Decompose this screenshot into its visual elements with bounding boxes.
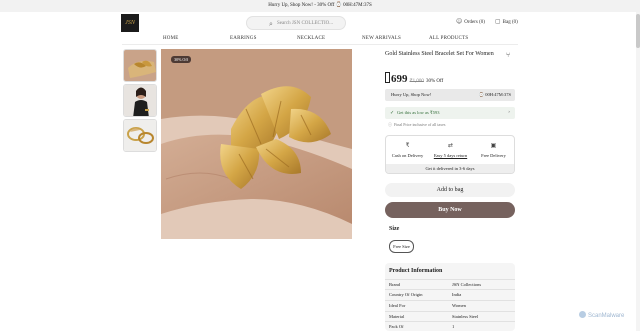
info-key: Pack Of [389, 324, 404, 329]
info-value: Women [452, 303, 466, 308]
discount-label: 30% Off [425, 79, 444, 84]
announcement-bar: Hurry Up, Shop Now! - 30% Off ⌚ 00H:47M:… [0, 0, 640, 12]
add-to-bag-button[interactable]: Add to bag [385, 183, 515, 197]
watermark-text: ScanMalware [588, 313, 625, 319]
hurry-banner: Hurry Up, Shop Now! ⌚ 00H:47M:37S [385, 89, 515, 101]
bag-label: Bag (0) [502, 20, 518, 25]
info-key: Ideal For [389, 303, 406, 308]
nav-necklace[interactable]: NECKLACE [297, 36, 325, 41]
bag-icon: ▢ [495, 18, 501, 25]
nav-earrings[interactable]: EARRINGS [230, 36, 257, 41]
buy-now-button[interactable]: Buy Now [385, 202, 515, 218]
return-feature: ⇄ Easy 5 days return [429, 142, 472, 160]
delivery-eta: Get it delivered in 3-6 days [386, 164, 514, 173]
brand-logo[interactable]: JSN [121, 14, 139, 32]
cod-feature: ₹ Cash on Delivery [386, 142, 429, 160]
nav-divider [122, 44, 518, 45]
price: 699 [391, 73, 408, 85]
thumbnail-3[interactable] [123, 119, 157, 152]
price-row: 699 ₹1,000 30% Off [385, 69, 444, 85]
info-value: 1 [452, 324, 455, 329]
hurry-text: Hurry Up, Shop Now! [391, 92, 432, 97]
main-nav: HOME EARRINGS NECKLACE NEW ARRIVALS ALL … [0, 34, 640, 44]
info-row: Material Stainless Steel [385, 311, 515, 321]
scrollbar-track[interactable] [636, 12, 640, 331]
share-icon[interactable]: ⑂ [506, 51, 510, 59]
info-row: Pack Of 1 [385, 321, 515, 331]
countdown-timer: ⌚ 00H:47M:37S [478, 92, 511, 97]
rupee-icon: ₹ [405, 142, 410, 149]
tax-note: ⓘ Final Price inclusive of all taxes [388, 122, 445, 128]
chevron-right-icon: › [508, 110, 510, 115]
product-title: Gold Stainless Steel Bracelet Set For Wo… [385, 51, 494, 57]
truck-icon: ▣ [490, 142, 497, 149]
free-delivery-label: Free Delivery [481, 153, 506, 158]
watermark: ScanMalware [579, 311, 624, 319]
bag-link[interactable]: ▢ Bag (0) [495, 18, 518, 27]
tax-note-text: Final Price inclusive of all taxes [394, 122, 446, 127]
search-icon: ⌕ [269, 20, 273, 28]
nav-all-products[interactable]: ALL PRODUCTS [429, 36, 468, 41]
offer-banner[interactable]: ✓ Get this as low as ₹593 › [385, 107, 515, 119]
offer-text: Get this as low as ₹593 [397, 110, 440, 115]
orders-label: Orders (0) [464, 20, 485, 25]
info-row: Country Of Origin India [385, 289, 515, 299]
nav-new-arrivals[interactable]: NEW ARRIVALS [362, 36, 401, 41]
orders-link[interactable]: ☺ Orders (0) [456, 18, 485, 27]
info-heading: Product Information [389, 268, 443, 274]
size-heading: Size [389, 226, 400, 232]
info-row: Brand JSN Collections [385, 279, 515, 289]
info-key: Country Of Origin [389, 292, 423, 297]
delivery-info: ₹ Cash on Delivery ⇄ Easy 5 days return … [385, 135, 515, 174]
offer-tag-icon: ✓ [390, 110, 395, 116]
search-input[interactable]: ⌕ Search JSN COLLECTIO... [246, 16, 346, 30]
currency-icon [385, 72, 390, 83]
thumbnail-2[interactable] [123, 84, 157, 117]
cod-label: Cash on Delivery [391, 153, 424, 158]
nav-home[interactable]: HOME [163, 36, 179, 41]
user-icon: ☺ [456, 18, 463, 25]
size-option-free[interactable]: Free Size [389, 240, 414, 253]
mrp: ₹1,000 [409, 79, 424, 84]
shield-icon [579, 311, 586, 318]
discount-badge: 30% Off [171, 56, 191, 63]
return-icon: ⇄ [447, 142, 454, 149]
free-delivery-feature: ▣ Free Delivery [472, 142, 515, 160]
product-main-image[interactable] [161, 49, 352, 239]
return-label[interactable]: Easy 5 days return [429, 152, 472, 160]
info-row: Ideal For Women [385, 300, 515, 310]
scrollbar-thumb[interactable] [636, 14, 640, 48]
info-value: India [452, 292, 462, 297]
thumbnail-1[interactable] [123, 49, 157, 82]
search-placeholder: Search JSN COLLECTIO... [277, 21, 333, 26]
info-icon: ⓘ [388, 122, 392, 127]
product-information: Product Information Brand JSN Collection… [385, 263, 515, 331]
